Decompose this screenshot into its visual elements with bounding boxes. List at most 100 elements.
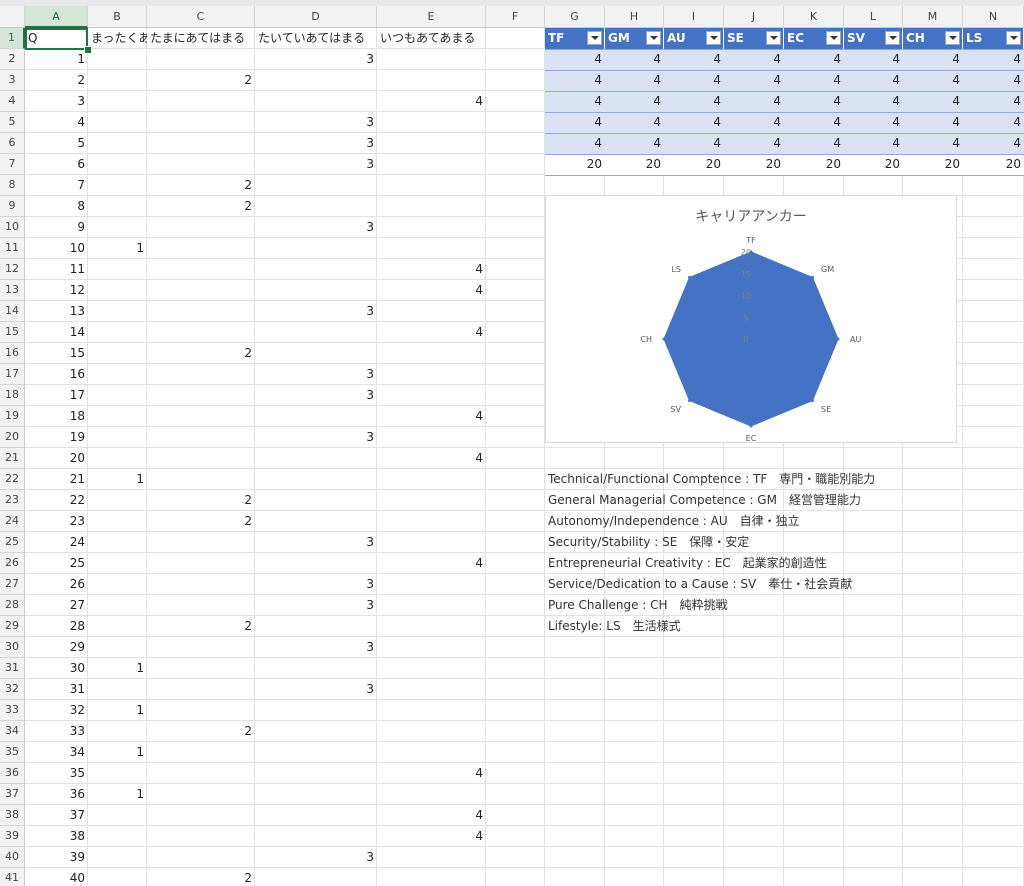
row-header-10[interactable]: 10	[0, 217, 25, 238]
cell-n5[interactable]: 4	[963, 112, 1024, 133]
grid-cell[interactable]	[844, 784, 903, 805]
cell-m6[interactable]: 4	[903, 133, 963, 154]
grid-cell[interactable]	[784, 532, 844, 553]
cell-a21[interactable]: 20	[25, 448, 88, 469]
cell-a12[interactable]: 11	[25, 259, 88, 280]
grid-cell[interactable]	[486, 532, 545, 553]
grid-cell[interactable]	[545, 658, 605, 679]
filter-dropdown-icon[interactable]	[587, 31, 602, 45]
cell-b11[interactable]: 1	[88, 238, 147, 259]
row-header-5[interactable]: 5	[0, 112, 25, 133]
column-header-g[interactable]: G	[545, 6, 605, 28]
cell-m4[interactable]: 4	[903, 91, 963, 112]
grid-cell[interactable]	[486, 217, 545, 238]
grid-cell[interactable]	[377, 658, 486, 679]
grid-cell[interactable]	[545, 175, 605, 196]
cell-n7[interactable]: 20	[963, 154, 1024, 175]
grid-cell[interactable]	[88, 364, 147, 385]
grid-cell[interactable]	[88, 427, 147, 448]
cell-e1[interactable]: いつもあてあまる	[377, 28, 486, 49]
grid-cell[interactable]	[88, 448, 147, 469]
cell-a30[interactable]: 29	[25, 637, 88, 658]
cell-l7[interactable]: 20	[844, 154, 903, 175]
grid-cell[interactable]	[963, 721, 1024, 742]
grid-cell[interactable]	[963, 868, 1024, 886]
grid-cell[interactable]	[605, 679, 664, 700]
grid-cell[interactable]	[147, 805, 255, 826]
grid-cell[interactable]	[377, 511, 486, 532]
grid-cell[interactable]	[724, 784, 784, 805]
grid-cell[interactable]	[844, 574, 903, 595]
grid-cell[interactable]	[486, 91, 545, 112]
table-header-ec[interactable]: EC	[784, 28, 844, 49]
cell-a5[interactable]: 4	[25, 112, 88, 133]
grid-cell[interactable]	[963, 553, 1024, 574]
grid-cell[interactable]	[963, 448, 1024, 469]
cell-c1[interactable]: たまにあてはまる	[147, 28, 255, 49]
cell-a7[interactable]: 6	[25, 154, 88, 175]
grid-cell[interactable]	[664, 868, 724, 886]
cell-c24[interactable]: 2	[147, 511, 255, 532]
cell-a3[interactable]: 2	[25, 70, 88, 91]
grid-cell[interactable]	[255, 322, 377, 343]
table-header-tf[interactable]: TF	[545, 28, 605, 49]
grid-cell[interactable]	[486, 847, 545, 868]
grid-cell[interactable]	[255, 763, 377, 784]
select-all-corner[interactable]	[0, 6, 25, 28]
cell-b33[interactable]: 1	[88, 700, 147, 721]
grid-cell[interactable]	[605, 721, 664, 742]
row-header-9[interactable]: 9	[0, 196, 25, 217]
cell-n6[interactable]: 4	[963, 133, 1024, 154]
grid-cell[interactable]	[377, 721, 486, 742]
column-header-d[interactable]: D	[255, 6, 377, 28]
grid-cell[interactable]	[486, 49, 545, 70]
grid-cell[interactable]	[724, 595, 784, 616]
grid-cell[interactable]	[377, 742, 486, 763]
grid-cell[interactable]	[784, 784, 844, 805]
cell-e19[interactable]: 4	[377, 406, 486, 427]
cell-a41[interactable]: 40	[25, 868, 88, 886]
row-header-22[interactable]: 22	[0, 469, 25, 490]
cell-a32[interactable]: 31	[25, 679, 88, 700]
grid-cell[interactable]	[664, 448, 724, 469]
grid-cell[interactable]	[377, 679, 486, 700]
cell-a9[interactable]: 8	[25, 196, 88, 217]
grid-cell[interactable]	[486, 742, 545, 763]
grid-cell[interactable]	[255, 406, 377, 427]
grid-cell[interactable]	[255, 196, 377, 217]
grid-cell[interactable]	[545, 763, 605, 784]
grid-cell[interactable]	[963, 805, 1024, 826]
cell-d2[interactable]: 3	[255, 49, 377, 70]
grid-cell[interactable]	[377, 196, 486, 217]
cell-l5[interactable]: 4	[844, 112, 903, 133]
cell-d20[interactable]: 3	[255, 427, 377, 448]
grid-cell[interactable]	[664, 847, 724, 868]
cell-b31[interactable]: 1	[88, 658, 147, 679]
grid-cell[interactable]	[486, 637, 545, 658]
grid-cell[interactable]	[903, 637, 963, 658]
cell-e39[interactable]: 4	[377, 826, 486, 847]
row-header-18[interactable]: 18	[0, 385, 25, 406]
grid-cell[interactable]	[255, 805, 377, 826]
grid-cell[interactable]	[255, 280, 377, 301]
grid-cell[interactable]	[784, 658, 844, 679]
cell-h6[interactable]: 4	[605, 133, 664, 154]
grid-cell[interactable]	[963, 301, 1024, 322]
grid-cell[interactable]	[147, 700, 255, 721]
grid-cell[interactable]	[88, 196, 147, 217]
column-header-b[interactable]: B	[88, 6, 147, 28]
cell-j7[interactable]: 20	[724, 154, 784, 175]
table-header-sv[interactable]: SV	[844, 28, 903, 49]
cell-a28[interactable]: 27	[25, 595, 88, 616]
grid-cell[interactable]	[88, 217, 147, 238]
grid-cell[interactable]	[903, 742, 963, 763]
row-header-2[interactable]: 2	[0, 49, 25, 70]
cell-a15[interactable]: 14	[25, 322, 88, 343]
cell-k4[interactable]: 4	[784, 91, 844, 112]
grid-cell[interactable]	[844, 679, 903, 700]
cell-a33[interactable]: 32	[25, 700, 88, 721]
row-header-40[interactable]: 40	[0, 847, 25, 868]
grid-cell[interactable]	[844, 805, 903, 826]
grid-cell[interactable]	[545, 700, 605, 721]
grid-cell[interactable]	[88, 553, 147, 574]
